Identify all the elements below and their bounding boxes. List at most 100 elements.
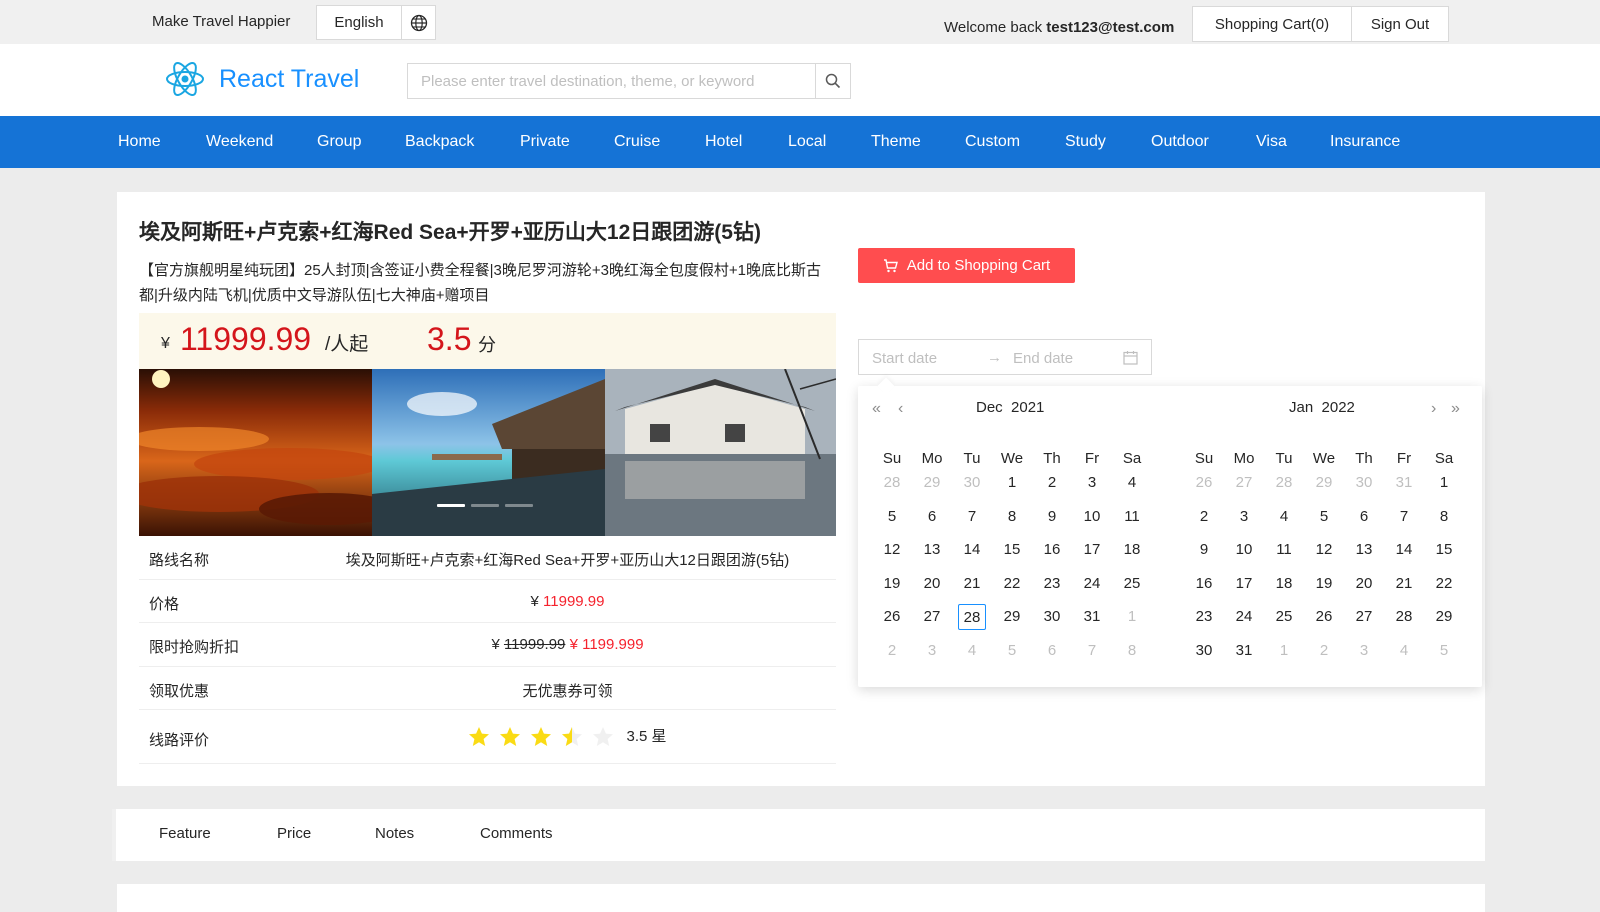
nav-outdoor[interactable]: Outdoor	[1151, 133, 1209, 151]
calendar-day[interactable]: 2	[1304, 638, 1344, 664]
tab-feature[interactable]: Feature	[159, 825, 211, 842]
calendar-day[interactable]: 14	[952, 537, 992, 563]
search-input[interactable]	[408, 64, 816, 98]
react-logo-icon[interactable]	[164, 58, 206, 100]
calendar-day[interactable]: 3	[1344, 638, 1384, 664]
calendar-day[interactable]: 30	[1184, 638, 1224, 664]
calendar-day[interactable]: 7	[952, 504, 992, 530]
calendar-day[interactable]: 14	[1384, 537, 1424, 563]
calendar-day[interactable]: 28	[958, 604, 986, 630]
star-icon[interactable]	[499, 726, 521, 748]
calendar-day[interactable]: 2	[1184, 504, 1224, 530]
calendar-day[interactable]: 6	[1344, 504, 1384, 530]
calendar-day[interactable]: 11	[1264, 537, 1304, 563]
calendar-day[interactable]: 29	[992, 604, 1032, 630]
calendar-day[interactable]: 5	[872, 504, 912, 530]
calendar-day[interactable]: 9	[1184, 537, 1224, 563]
calendar-day[interactable]: 1	[1424, 470, 1464, 496]
calendar-day[interactable]: 27	[1224, 470, 1264, 496]
carousel-dot[interactable]	[505, 504, 533, 507]
left-year[interactable]: 2021	[1011, 399, 1044, 416]
calendar-day[interactable]: 23	[1184, 604, 1224, 630]
calendar-day[interactable]: 4	[1112, 470, 1152, 496]
calendar-day[interactable]: 7	[1384, 504, 1424, 530]
calendar-day[interactable]: 10	[1072, 504, 1112, 530]
tab-price[interactable]: Price	[277, 825, 311, 842]
nav-weekend[interactable]: Weekend	[206, 133, 273, 151]
nav-cruise[interactable]: Cruise	[614, 133, 660, 151]
prev-year-icon[interactable]: «	[872, 400, 881, 418]
calendar-day[interactable]: 26	[872, 604, 912, 630]
nav-group[interactable]: Group	[317, 133, 361, 151]
calendar-day[interactable]: 8	[1424, 504, 1464, 530]
nav-custom[interactable]: Custom	[965, 133, 1020, 151]
calendar-day[interactable]: 30	[1344, 470, 1384, 496]
star-icon[interactable]	[530, 726, 552, 748]
calendar-day[interactable]: 2	[872, 638, 912, 664]
calendar-day[interactable]: 11	[1112, 504, 1152, 530]
language-button[interactable]: English	[316, 5, 402, 40]
calendar-day[interactable]: 1	[1112, 604, 1152, 630]
calendar-day[interactable]: 4	[1384, 638, 1424, 664]
start-date-input[interactable]: Start date	[872, 350, 937, 367]
calendar-day[interactable]: 25	[1264, 604, 1304, 630]
nav-visa[interactable]: Visa	[1256, 133, 1287, 151]
calendar-day[interactable]: 28	[1384, 604, 1424, 630]
calendar-day[interactable]: 2	[1032, 470, 1072, 496]
calendar-day[interactable]: 29	[912, 470, 952, 496]
calendar-day[interactable]: 27	[912, 604, 952, 630]
calendar-day[interactable]: 23	[1032, 571, 1072, 597]
calendar-day[interactable]: 3	[912, 638, 952, 664]
calendar-day[interactable]: 20	[1344, 571, 1384, 597]
search-button[interactable]	[815, 64, 850, 98]
nav-home[interactable]: Home	[118, 133, 161, 151]
calendar-day[interactable]: 8	[1112, 638, 1152, 664]
calendar-day[interactable]: 26	[1184, 470, 1224, 496]
right-month[interactable]: Jan	[1289, 399, 1313, 416]
calendar-day[interactable]: 21	[952, 571, 992, 597]
calendar-day[interactable]: 17	[1224, 571, 1264, 597]
calendar-day[interactable]: 8	[992, 504, 1032, 530]
image-carousel[interactable]	[139, 369, 836, 536]
calendar-day[interactable]: 22	[1424, 571, 1464, 597]
calendar-day[interactable]: 3	[1224, 504, 1264, 530]
prev-month-icon[interactable]: ‹	[898, 400, 903, 418]
calendar-day[interactable]: 24	[1072, 571, 1112, 597]
calendar-day[interactable]: 15	[1424, 537, 1464, 563]
carousel-dot[interactable]	[471, 504, 499, 507]
end-date-input[interactable]: End date	[1013, 350, 1073, 367]
calendar-day[interactable]: 10	[1224, 537, 1264, 563]
nav-private[interactable]: Private	[520, 133, 570, 151]
nav-insurance[interactable]: Insurance	[1330, 133, 1400, 151]
calendar-day[interactable]: 6	[912, 504, 952, 530]
globe-icon[interactable]	[402, 5, 436, 40]
calendar-day[interactable]: 28	[872, 470, 912, 496]
calendar-day[interactable]: 12	[1304, 537, 1344, 563]
calendar-day[interactable]: 30	[1032, 604, 1072, 630]
star-icon[interactable]	[468, 726, 490, 748]
tab-comments[interactable]: Comments	[480, 825, 553, 842]
calendar-day[interactable]: 9	[1032, 504, 1072, 530]
calendar-day[interactable]: 28	[1264, 470, 1304, 496]
sign-out-button[interactable]: Sign Out	[1352, 6, 1449, 42]
calendar-day[interactable]: 4	[1264, 504, 1304, 530]
nav-study[interactable]: Study	[1065, 133, 1106, 151]
right-month-title[interactable]: Jan 2022	[1289, 399, 1355, 416]
date-range-picker[interactable]: Start date → End date	[858, 339, 1152, 375]
nav-local[interactable]: Local	[788, 133, 826, 151]
calendar-day[interactable]: 13	[912, 537, 952, 563]
calendar-day[interactable]: 18	[1112, 537, 1152, 563]
right-year[interactable]: 2022	[1322, 399, 1355, 416]
carousel-dot[interactable]	[437, 504, 465, 507]
empty-star-icon[interactable]	[592, 726, 614, 748]
calendar-day[interactable]: 31	[1072, 604, 1112, 630]
calendar-day[interactable]: 1	[1264, 638, 1304, 664]
calendar-day[interactable]: 31	[1384, 470, 1424, 496]
calendar-day[interactable]: 29	[1424, 604, 1464, 630]
calendar-day[interactable]: 16	[1032, 537, 1072, 563]
calendar-day[interactable]: 20	[912, 571, 952, 597]
next-month-icon[interactable]: ›	[1431, 400, 1436, 418]
calendar-day[interactable]: 12	[872, 537, 912, 563]
calendar-day[interactable]: 27	[1344, 604, 1384, 630]
nav-hotel[interactable]: Hotel	[705, 133, 742, 151]
